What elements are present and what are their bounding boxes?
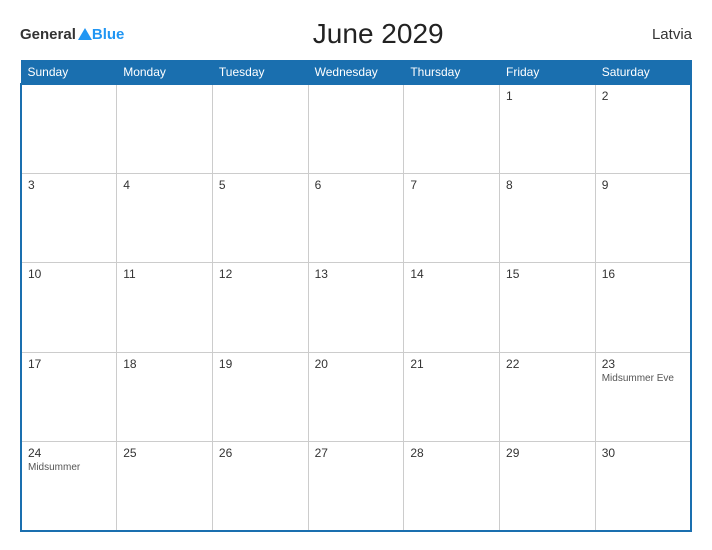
calendar-cell: 29 [500,442,596,531]
day-number: 29 [506,446,589,460]
day-number: 1 [506,89,589,103]
logo-blue-text: Blue [92,26,125,43]
country-label: Latvia [632,26,692,43]
event-label: Midsummer Eve [602,373,684,384]
day-number: 22 [506,357,589,371]
header-sunday: Sunday [21,61,117,85]
calendar-cell [404,84,500,173]
day-number: 20 [315,357,398,371]
day-number: 14 [410,267,493,281]
calendar-cell: 16 [595,263,691,352]
calendar-cell: 2 [595,84,691,173]
day-number: 2 [602,89,684,103]
day-number: 16 [602,267,684,281]
calendar-cell: 8 [500,173,596,262]
calendar-week-row: 17 18 19 20 21 22 23 Midsummer Eve [21,352,691,441]
calendar-cell: 11 [117,263,213,352]
calendar-cell: 22 [500,352,596,441]
calendar-cell: 20 [308,352,404,441]
calendar-table: Sunday Monday Tuesday Wednesday Thursday… [20,60,692,532]
calendar-cell: 5 [212,173,308,262]
header-friday: Friday [500,61,596,85]
header-saturday: Saturday [595,61,691,85]
day-number: 19 [219,357,302,371]
calendar-cell: 9 [595,173,691,262]
calendar-cell: 10 [21,263,117,352]
calendar-header: General Blue June 2029 Latvia [20,18,692,50]
calendar-cell: 25 [117,442,213,531]
calendar-cell: 26 [212,442,308,531]
calendar-week-row: 3456789 [21,173,691,262]
calendar-title: June 2029 [124,18,632,50]
day-number: 17 [28,357,110,371]
calendar-cell: 13 [308,263,404,352]
calendar-cell [117,84,213,173]
day-number: 8 [506,178,589,192]
day-number: 7 [410,178,493,192]
calendar-cell: 28 [404,442,500,531]
day-number: 6 [315,178,398,192]
header-tuesday: Tuesday [212,61,308,85]
day-number: 30 [602,446,684,460]
calendar-cell: 12 [212,263,308,352]
day-number: 3 [28,178,110,192]
header-monday: Monday [117,61,213,85]
day-number: 13 [315,267,398,281]
calendar-cell: 18 [117,352,213,441]
calendar-cell: 23 Midsummer Eve [595,352,691,441]
calendar-cell: 17 [21,352,117,441]
day-number: 11 [123,267,206,281]
day-number: 10 [28,267,110,281]
logo: General Blue [20,27,124,42]
day-number: 27 [315,446,398,460]
day-number: 25 [123,446,206,460]
day-number: 12 [219,267,302,281]
calendar-cell: 21 [404,352,500,441]
calendar-cell [212,84,308,173]
logo-triangle-icon [78,28,92,40]
calendar-cell: 4 [117,173,213,262]
calendar-week-row: 24 Midsummer 25 26 27 28 29 30 [21,442,691,531]
day-number: 24 [28,446,110,460]
header-thursday: Thursday [404,61,500,85]
calendar-cell: 3 [21,173,117,262]
day-number: 18 [123,357,206,371]
day-number: 21 [410,357,493,371]
calendar-page: General Blue June 2029 Latvia Sunday Mond… [0,0,712,550]
calendar-week-row: 12 [21,84,691,173]
day-number: 15 [506,267,589,281]
event-label: Midsummer [28,462,110,473]
calendar-week-row: 10 11 12 13 14 15 16 [21,263,691,352]
calendar-cell: 27 [308,442,404,531]
day-number: 4 [123,178,206,192]
calendar-cell: 1 [500,84,596,173]
day-number: 9 [602,178,684,192]
calendar-cell: 7 [404,173,500,262]
header-wednesday: Wednesday [308,61,404,85]
day-number: 26 [219,446,302,460]
day-number: 28 [410,446,493,460]
calendar-cell: 6 [308,173,404,262]
calendar-cell [21,84,117,173]
calendar-cell: 30 [595,442,691,531]
weekday-header-row: Sunday Monday Tuesday Wednesday Thursday… [21,61,691,85]
day-number: 23 [602,357,684,371]
calendar-cell: 15 [500,263,596,352]
day-number: 5 [219,178,302,192]
calendar-cell: 19 [212,352,308,441]
calendar-cell [308,84,404,173]
calendar-cell: 24 Midsummer [21,442,117,531]
calendar-cell: 14 [404,263,500,352]
logo-general-text: General [20,27,76,42]
